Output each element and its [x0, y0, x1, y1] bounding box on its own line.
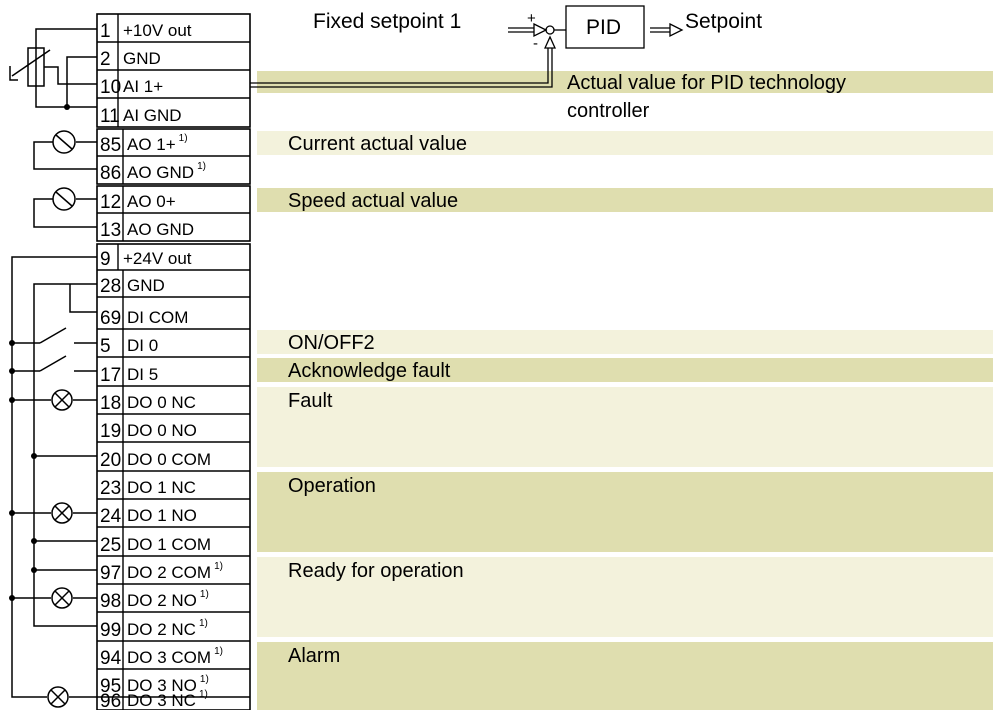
label-current-actual: Current actual value [288, 133, 467, 155]
terminal-number: 98 [100, 591, 121, 612]
setpoint-label: Setpoint [685, 10, 762, 33]
terminal-label: DO 1 NC [127, 478, 196, 497]
terminal-label: DO 2 NC [127, 620, 196, 639]
function-bands [257, 71, 993, 710]
label-operation: Operation [288, 475, 376, 497]
terminal-label: AI GND [123, 106, 182, 125]
terminal-number: 85 [100, 135, 121, 156]
indicator-lamps [47, 389, 73, 708]
terminal-number: 28 [100, 276, 121, 297]
pid-plus-sign: + [527, 10, 536, 27]
label-pid-actual: Actual value for PID technology [567, 72, 846, 94]
terminal-label: DI 5 [127, 365, 158, 384]
pid-label: PID [586, 16, 621, 39]
terminal-label: AO 1+ [127, 135, 176, 154]
terminal-label: DI COM [127, 308, 188, 327]
band-alarm [257, 642, 993, 710]
band-fault [257, 387, 993, 467]
terminal-label: GND [123, 49, 161, 68]
terminal-number: 25 [100, 535, 121, 556]
fixed-setpoint-label: Fixed setpoint 1 [313, 10, 461, 33]
terminal-number: 96 [100, 691, 121, 710]
terminal-number: 23 [100, 478, 121, 499]
terminal-footnote: 1) [179, 133, 188, 144]
terminal-number: 5 [100, 336, 111, 357]
terminal-footnote: 1) [200, 589, 209, 600]
terminal-number: 69 [100, 308, 121, 329]
potentiometer-wiring [9, 28, 97, 108]
terminal-number: 18 [100, 393, 121, 414]
label-speed-actual: Speed actual value [288, 190, 458, 212]
digital-io-wiring [11, 256, 97, 698]
terminal-number: 20 [100, 450, 121, 471]
terminal-number: 97 [100, 563, 121, 584]
terminal-footnote: 1) [197, 161, 206, 172]
terminal-number: 94 [100, 648, 122, 669]
terminal-label: DO 3 NC [127, 691, 196, 710]
lamp-icon [47, 686, 69, 708]
terminal-footnote: 1) [214, 646, 223, 657]
terminal-label: DO 0 NC [127, 393, 196, 412]
terminal-label: DO 1 NO [127, 506, 197, 525]
terminal-label: DO 1 COM [127, 535, 211, 554]
terminal-label: DI 0 [127, 336, 158, 355]
analog-output-wiring [33, 130, 97, 228]
junction-dots [9, 340, 37, 601]
terminal-number: 24 [100, 506, 122, 527]
label-alarm: Alarm [288, 645, 340, 667]
terminal-number: 13 [100, 220, 121, 241]
terminal-label: DO 2 NO [127, 591, 197, 610]
terminal-number: 99 [100, 620, 121, 641]
label-on-off2: ON/OFF2 [288, 332, 375, 354]
terminal-label: DO 2 COM [127, 563, 211, 582]
lamp-icon [51, 502, 73, 524]
terminal-label: AO 0+ [127, 192, 176, 211]
terminal-label: +10V out [123, 21, 192, 40]
terminal-label: AO GND [127, 163, 194, 182]
terminal-number: 17 [100, 365, 121, 386]
terminal-number: 9 [100, 249, 111, 270]
terminal-number: 86 [100, 163, 121, 184]
label-fault: Fault [288, 390, 333, 412]
junction-dot [64, 104, 70, 110]
pid-block: Fixed setpoint 1 + - PID Setpoint [313, 5, 762, 52]
terminal-label: DO 0 NO [127, 421, 197, 440]
terminal-number: 1 [100, 21, 111, 42]
terminal-label: AI 1+ [123, 77, 163, 96]
terminal-label: GND [127, 276, 165, 295]
terminal-footnote: 1) [200, 674, 209, 685]
terminal-text: 1 +10V out2 GND10 AI 1+11 AI GND85 AO 1+ 1)86 A… [100, 21, 223, 710]
terminal-label: AO GND [127, 220, 194, 239]
terminal-footnote: 1) [214, 561, 223, 572]
terminal-number: 19 [100, 421, 121, 442]
terminal-footnote: 1) [199, 689, 208, 700]
terminal-label: +24V out [123, 249, 192, 268]
terminal-number: 10 [100, 77, 121, 98]
lamp-icon [51, 389, 73, 411]
label-ready: Ready for operation [288, 560, 464, 582]
terminal-label: DO 3 COM [127, 648, 211, 667]
wiring-diagram: 1 +10V out 2 GND 10 AI 1+ 11 AI GND 85 AO 1+ 1) 86 A… [0, 0, 993, 710]
lamp-icon [51, 587, 73, 609]
pid-minus-sign: - [533, 35, 538, 52]
terminal-number: 12 [100, 192, 121, 213]
wiring-diagram-svg: 1 +10V out2 GND10 AI 1+11 AI GND85 AO 1+ 1)86 A… [9, 5, 993, 710]
terminal-number: 2 [100, 49, 111, 70]
terminal-footnote: 1) [199, 618, 208, 629]
terminal-label: DO 0 COM [127, 450, 211, 469]
label-ack-fault: Acknowledge fault [288, 360, 451, 382]
label-pid-actual-2: controller [567, 100, 650, 122]
terminal-number: 11 [100, 106, 120, 127]
